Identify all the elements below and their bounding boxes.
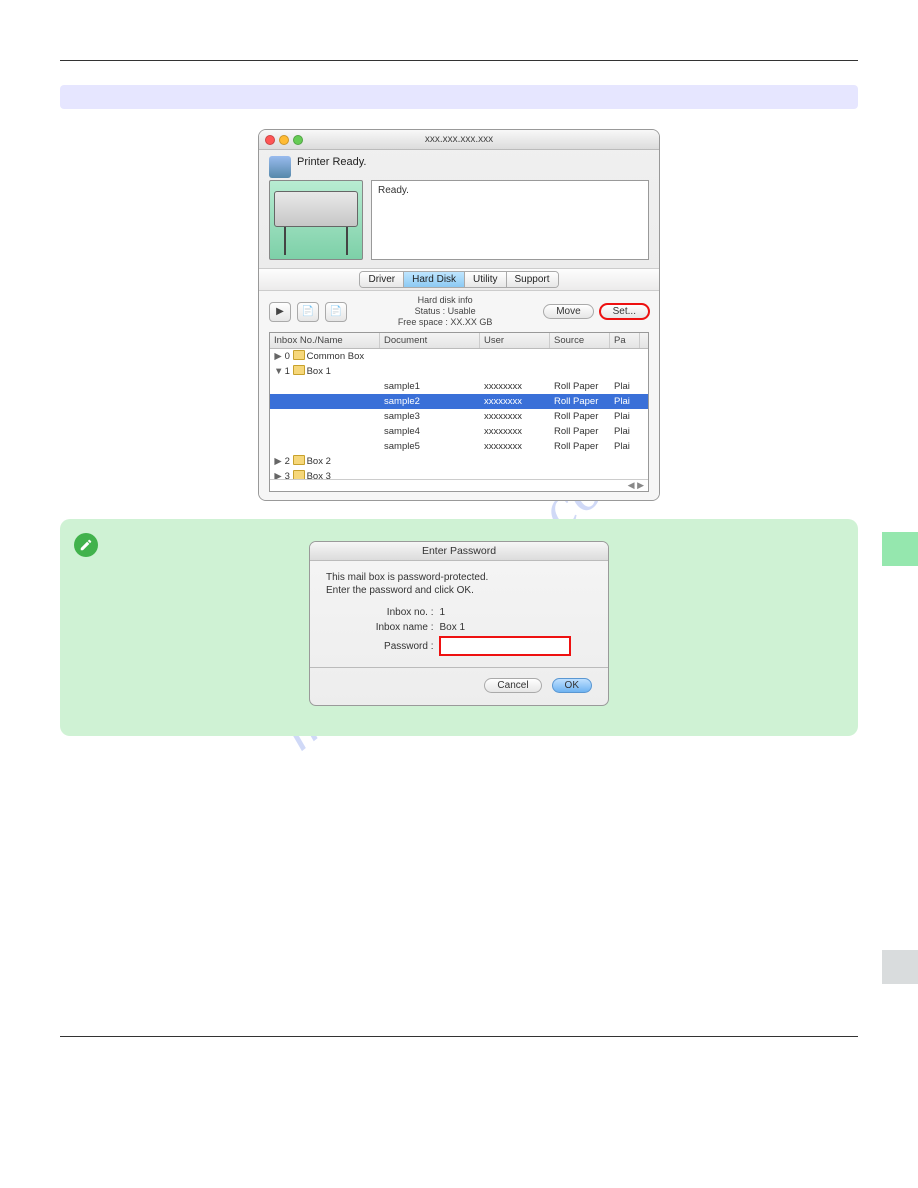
printer-status-text: Printer Ready. — [297, 156, 367, 168]
action-icon-2[interactable]: 📄 — [325, 302, 347, 322]
dialog-intro-2: Enter the password and click OK. — [326, 584, 592, 597]
col-pa[interactable]: Pa — [610, 333, 640, 348]
chevron-right-icon[interactable]: ▶ — [274, 469, 282, 479]
chevron-right-icon[interactable]: ▶ — [274, 454, 282, 469]
list-item[interactable]: sample1xxxxxxxxRoll PaperPlai — [270, 379, 648, 394]
window-titlebar: xxx.xxx.xxx.xxx — [259, 130, 659, 150]
list-item[interactable]: ▶ 3 Box 3 — [270, 469, 648, 479]
folder-icon — [293, 350, 305, 360]
harddisk-toolbar: ▶ 📄 📄 Hard disk info Status : Usable Fre… — [269, 295, 649, 328]
inbox-name-label: Inbox name : — [349, 622, 434, 633]
folder-icon — [293, 455, 305, 465]
folder-icon — [293, 365, 305, 375]
side-tab — [882, 532, 918, 566]
tab-driver[interactable]: Driver — [360, 272, 404, 287]
password-label: Password : — [349, 641, 434, 652]
dialog-title: Enter Password — [310, 542, 608, 561]
move-button[interactable]: Move — [543, 304, 593, 319]
inbox-no-label: Inbox no. : — [349, 607, 434, 618]
page: xxx.xxx.xxx.xxx Printer Ready. Ready. Dr… — [60, 60, 858, 1148]
set-button[interactable]: Set... — [600, 304, 649, 319]
tab-strip: Driver Hard Disk Utility Support — [259, 268, 659, 291]
tab-utility[interactable]: Utility — [465, 272, 506, 287]
side-tab-2 — [882, 950, 918, 984]
content-row: Ready. — [259, 180, 659, 268]
instruction-bar — [60, 85, 858, 109]
col-document[interactable]: Document — [380, 333, 480, 348]
password-input[interactable] — [440, 637, 570, 655]
list-item[interactable]: sample5xxxxxxxxRoll PaperPlai — [270, 439, 648, 454]
header-rule — [60, 60, 858, 61]
note-block: Enter Password This mail box is password… — [60, 519, 858, 736]
inbox-no-value: 1 — [440, 607, 570, 618]
col-source[interactable]: Source — [550, 333, 610, 348]
harddisk-status: Status : Usable — [353, 306, 537, 317]
printer-image — [269, 180, 363, 260]
pencil-icon — [74, 533, 98, 557]
list-scrollbar[interactable]: ◀ ▶ — [270, 479, 648, 491]
list-item[interactable]: sample4xxxxxxxxRoll PaperPlai — [270, 424, 648, 439]
password-dialog: Enter Password This mail box is password… — [309, 541, 609, 706]
dialog-intro-1: This mail box is password-protected. — [326, 571, 592, 584]
tab-harddisk[interactable]: Hard Disk — [404, 272, 465, 287]
harddisk-panel: ▶ 📄 📄 Hard disk info Status : Usable Fre… — [259, 291, 659, 500]
harddisk-info-label: Hard disk info — [353, 295, 537, 306]
job-listbox[interactable]: Inbox No./Name Document User Source Pa ▶… — [269, 332, 649, 492]
inbox-name-value: Box 1 — [440, 622, 570, 633]
list-header: Inbox No./Name Document User Source Pa — [270, 333, 648, 349]
printer-status: Printer Ready. — [259, 150, 659, 180]
dialog-divider — [310, 667, 608, 668]
ready-textarea: Ready. — [371, 180, 649, 260]
ok-button[interactable]: OK — [552, 678, 592, 693]
window-title: xxx.xxx.xxx.xxx — [259, 134, 659, 145]
action-icon-1[interactable]: 📄 — [297, 302, 319, 322]
folder-icon — [293, 470, 305, 479]
col-inbox[interactable]: Inbox No./Name — [270, 333, 380, 348]
printer-icon — [269, 156, 291, 178]
page-footer — [60, 1036, 858, 1045]
list-item[interactable]: sample3xxxxxxxxRoll PaperPlai — [270, 409, 648, 424]
list-item[interactable]: ▶ 0 Common Box — [270, 349, 648, 364]
list-item-selected[interactable]: sample2xxxxxxxxRoll PaperPlai — [270, 394, 648, 409]
harddisk-free: Free space : XX.XX GB — [353, 317, 537, 328]
list-body: ▶ 0 Common Box ▼ 1 Box 1 sample1xxxxxxxx… — [270, 349, 648, 479]
cancel-button[interactable]: Cancel — [484, 678, 541, 693]
tab-support[interactable]: Support — [507, 272, 558, 287]
chevron-down-icon[interactable]: ▼ — [274, 364, 282, 379]
col-user[interactable]: User — [480, 333, 550, 348]
list-item[interactable]: ▼ 1 Box 1 — [270, 364, 648, 379]
printmonitor-window: xxx.xxx.xxx.xxx Printer Ready. Ready. Dr… — [258, 129, 660, 501]
chevron-right-icon[interactable]: ▶ — [274, 349, 282, 364]
play-icon[interactable]: ▶ — [269, 302, 291, 322]
list-item[interactable]: ▶ 2 Box 2 — [270, 454, 648, 469]
